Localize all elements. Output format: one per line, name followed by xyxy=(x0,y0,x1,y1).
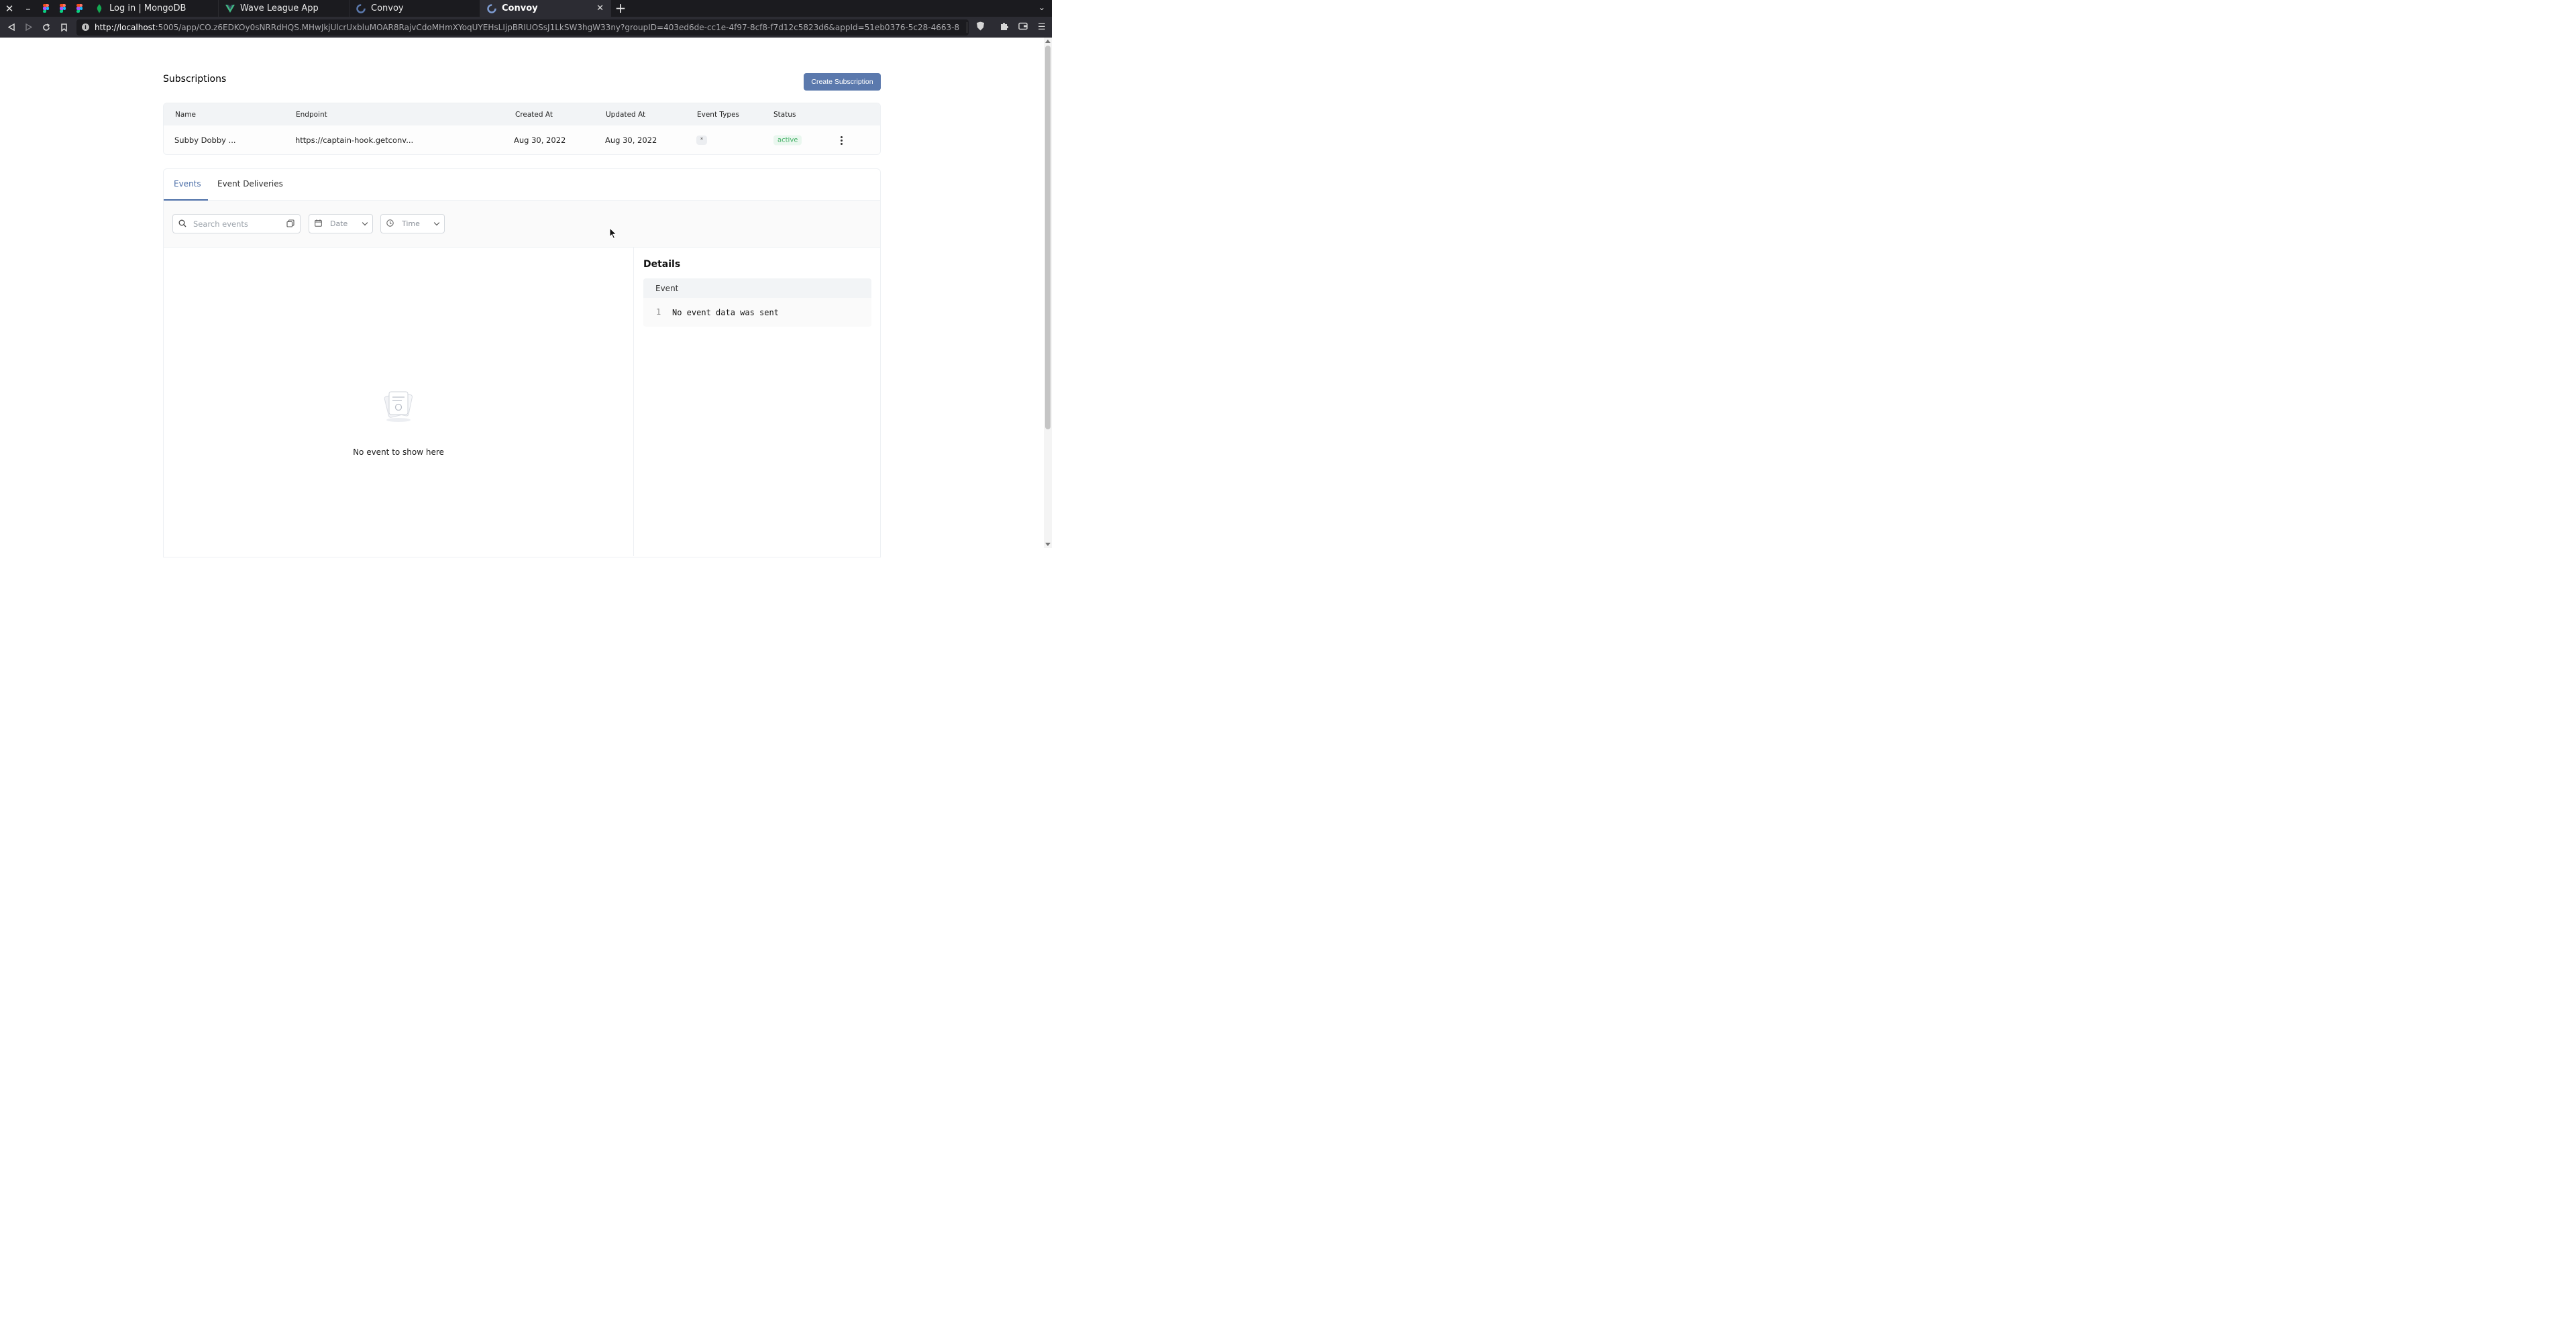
search-events-input[interactable] xyxy=(192,218,286,229)
clipboard-icon[interactable] xyxy=(286,217,294,230)
address-bar[interactable]: i http://localhost:5005/app/CO.z6EDKOy0s… xyxy=(76,19,969,36)
events-tabs: Events Event Deliveries xyxy=(164,169,880,201)
browser-tab-convoy[interactable]: Convoy xyxy=(350,0,480,17)
convoy-icon xyxy=(356,3,366,13)
details-title: Details xyxy=(643,259,681,270)
date-filter-dropdown[interactable]: Date xyxy=(309,214,373,233)
browser-tab-strip: ✕ – Log in | MongoDB Wave League App Con… xyxy=(0,0,1052,17)
column-header-created-at: Created At xyxy=(515,110,553,119)
browser-toolbar-right: ☰ xyxy=(967,17,1048,38)
tab-close-icon[interactable]: ✕ xyxy=(596,3,604,13)
event-code-viewer: Event 1 No event data was sent xyxy=(643,278,871,327)
empty-state-text: No event to show here xyxy=(353,447,444,457)
column-header-endpoint: Endpoint xyxy=(296,110,327,119)
site-info-icon[interactable]: i xyxy=(82,23,89,31)
empty-state-illustration-icon xyxy=(380,386,417,424)
table-row[interactable]: Subby Dobby ... https://captain-hook.get… xyxy=(164,125,880,154)
events-panel: Events Event Deliveries Date xyxy=(163,168,881,557)
code-line: 1 No event data was sent xyxy=(643,298,871,327)
tab-title: Convoy xyxy=(502,3,538,13)
browser-tab-convoy-active[interactable]: Convoy ✕ xyxy=(480,0,611,17)
scroll-up-arrow-icon[interactable] xyxy=(1045,40,1051,43)
tab-title: Log in | MongoDB xyxy=(109,3,186,13)
chevron-down-icon xyxy=(433,219,440,226)
page-title: Subscriptions xyxy=(163,74,227,85)
search-events-box[interactable] xyxy=(172,214,301,233)
column-header-name: Name xyxy=(175,110,196,119)
subscription-endpoint: https://captain-hook.getconv... xyxy=(295,136,414,145)
wallet-icon[interactable] xyxy=(1017,22,1029,33)
create-subscription-button[interactable]: Create Subscription xyxy=(804,73,881,91)
code-viewer-header: Event xyxy=(643,278,871,298)
figma-icon xyxy=(43,4,49,13)
browser-tab-wave-league[interactable]: Wave League App xyxy=(219,0,350,17)
row-actions-kebab-icon[interactable] xyxy=(837,135,846,146)
chevron-down-icon xyxy=(362,219,368,226)
search-icon xyxy=(178,217,186,230)
browser-menu-icon[interactable]: ☰ xyxy=(1036,22,1048,32)
code-line-text: No event data was sent xyxy=(672,308,779,317)
extensions-puzzle-icon[interactable] xyxy=(998,21,1010,34)
mongodb-leaf-icon xyxy=(95,3,104,13)
events-body: No event to show here Details Event 1 No… xyxy=(164,248,880,556)
tab-event-deliveries[interactable]: Event Deliveries xyxy=(217,179,283,189)
tab-title: Convoy xyxy=(371,3,404,13)
date-filter-label: Date xyxy=(330,219,348,228)
bookmark-icon[interactable] xyxy=(55,17,72,38)
status-badge: active xyxy=(773,135,802,146)
subscriptions-table: Name Endpoint Created At Updated At Even… xyxy=(163,103,881,155)
subscription-name: Subby Dobby ... xyxy=(174,136,236,145)
events-list-pane: No event to show here xyxy=(164,248,634,556)
new-tab-icon[interactable]: + xyxy=(611,0,630,17)
app-content: Subscriptions Create Subscription Name E… xyxy=(0,38,1044,557)
browser-tab-mongodb[interactable]: Log in | MongoDB xyxy=(88,0,219,17)
scroll-down-arrow-icon[interactable] xyxy=(1045,543,1051,546)
tab-list-chevron-icon[interactable]: ⌄ xyxy=(1038,3,1045,12)
pinned-tab-figma-1[interactable] xyxy=(38,0,54,17)
table-header: Name Endpoint Created At Updated At Even… xyxy=(164,103,880,125)
pinned-tab-figma-2[interactable] xyxy=(54,0,71,17)
scrollbar-thumb[interactable] xyxy=(1045,46,1051,429)
forward-icon[interactable] xyxy=(20,17,38,38)
event-types-chip: * xyxy=(696,136,707,145)
browser-toolbar: i http://localhost:5005/app/CO.z6EDKOy0s… xyxy=(0,17,1052,38)
pinned-tab-figma-3[interactable] xyxy=(71,0,88,17)
tab-events[interactable]: Events xyxy=(174,179,201,189)
convoy-icon xyxy=(487,3,496,13)
figma-icon xyxy=(60,4,66,13)
vue-icon xyxy=(225,4,235,13)
window-minimize-icon[interactable]: – xyxy=(19,0,38,17)
time-filter-dropdown[interactable]: Time xyxy=(380,214,445,233)
back-icon[interactable] xyxy=(3,17,20,38)
column-header-status: Status xyxy=(773,110,796,119)
tab-title: Wave League App xyxy=(240,3,319,13)
reload-icon[interactable] xyxy=(38,17,55,38)
calendar-icon xyxy=(315,219,322,229)
window-close-icon[interactable]: ✕ xyxy=(0,0,19,17)
clock-icon xyxy=(386,219,394,229)
time-filter-label: Time xyxy=(402,219,420,228)
column-header-updated-at: Updated At xyxy=(606,110,646,119)
brave-shield-icon[interactable] xyxy=(974,21,986,34)
url-path: :5005/app/CO.z6EDKOy0sNRRdHQS.MHwJkjUlcr… xyxy=(155,22,960,32)
code-line-number: 1 xyxy=(656,307,661,317)
events-filter-bar: Date Time xyxy=(164,201,880,248)
url-host: http://localhost xyxy=(95,22,156,32)
figma-icon xyxy=(76,4,83,13)
subscription-created-at: Aug 30, 2022 xyxy=(514,136,566,145)
subscription-updated-at: Aug 30, 2022 xyxy=(605,136,657,145)
address-url: http://localhost:5005/app/CO.z6EDKOy0sNR… xyxy=(95,23,960,32)
page-scrollbar[interactable] xyxy=(1044,38,1052,548)
column-header-event-types: Event Types xyxy=(697,110,740,119)
